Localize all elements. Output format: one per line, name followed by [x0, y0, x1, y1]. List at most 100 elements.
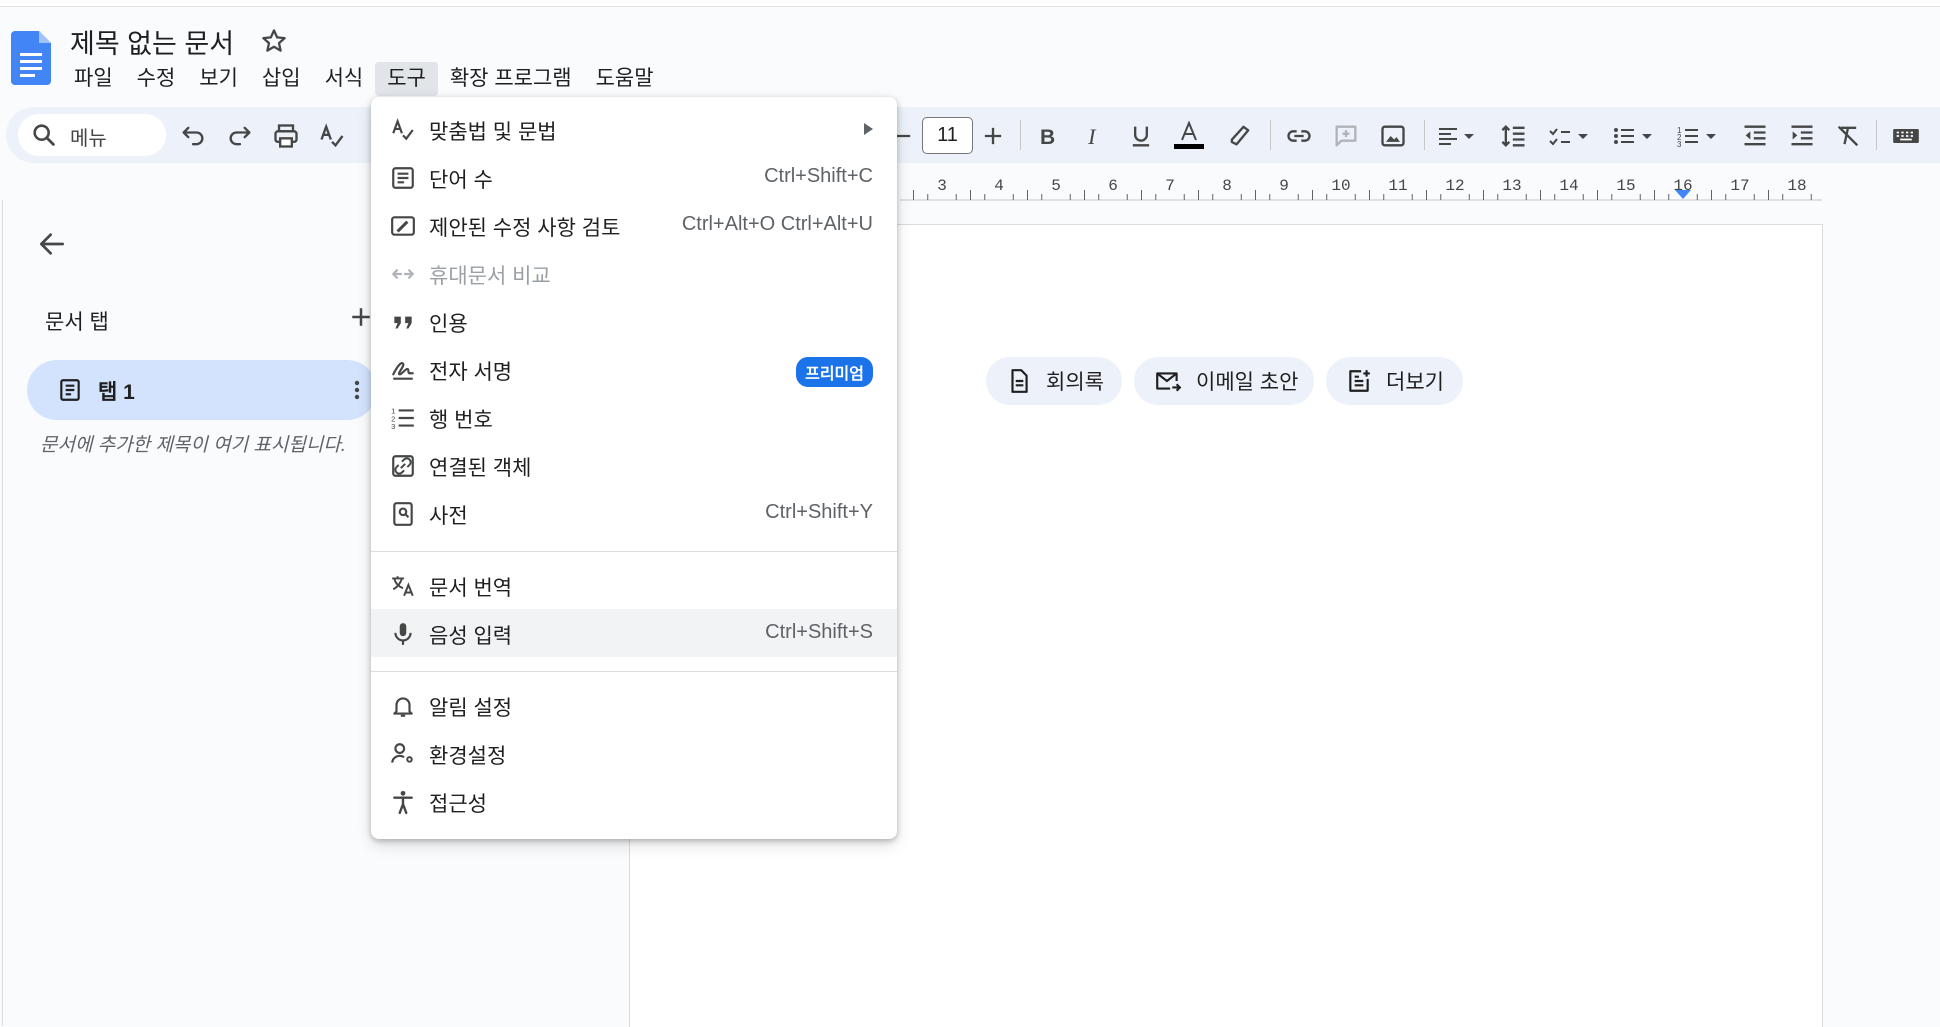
checklist-icon[interactable] — [1548, 122, 1594, 150]
menu-item-shortcut: Ctrl+Shift+S — [765, 621, 873, 643]
menu-bar: 파일 수정 보기 삽입 서식 도구 확장 프로그램 도움말 — [62, 62, 666, 96]
ruler-tick-label: 3 — [937, 177, 947, 195]
menu-item-label: 행 번호 — [429, 409, 493, 432]
menu-item-preferences[interactable]: 환경설정 — [371, 729, 897, 777]
signature-icon — [392, 361, 414, 380]
dictionary-icon — [393, 502, 413, 526]
text-color-icon[interactable] — [1172, 120, 1206, 152]
ruler-tick-label: 15 — [1616, 177, 1635, 195]
menu-item-linked-objects[interactable]: 연결된 객체 — [371, 441, 897, 489]
menu-item-esignature[interactable]: 전자 서명 프리미엄 — [371, 345, 897, 393]
compare-arrows-icon — [391, 268, 415, 280]
menu-item-spelling-grammar[interactable]: 맞춤법 및 문법 — [371, 105, 897, 153]
print-icon[interactable] — [272, 122, 300, 150]
menu-item-notification-settings[interactable]: 알림 설정 — [371, 681, 897, 729]
user-settings-icon — [391, 743, 413, 763]
back-arrow-icon[interactable] — [36, 228, 68, 260]
input-tools-icon[interactable] — [1892, 122, 1920, 150]
more-templates-chip[interactable]: 더보기 — [1326, 357, 1463, 405]
ruler-tick-label: 4 — [994, 177, 1004, 195]
undo-icon[interactable] — [179, 122, 207, 150]
email-draft-chip[interactable]: 이메일 초안 — [1134, 357, 1314, 405]
horizontal-ruler[interactable]: 3 4 5 6 7 8 9 10 11 12 13 14 15 16 17 18 — [900, 172, 1822, 202]
accessibility-icon — [393, 790, 413, 815]
toolbar-divider — [1270, 120, 1271, 150]
underline-icon[interactable] — [1127, 122, 1155, 150]
menu-format[interactable]: 서식 — [313, 62, 376, 96]
ruler-tick-label: 9 — [1279, 177, 1289, 195]
insert-image-icon[interactable] — [1379, 122, 1407, 150]
ruler-tick-label: 12 — [1445, 177, 1464, 195]
menu-item-label: 음성 입력 — [429, 625, 513, 648]
svg-text:3: 3 — [1677, 140, 1682, 149]
docs-logo-icon[interactable] — [11, 31, 51, 85]
document-tabs-heading: 문서 탭 — [45, 311, 109, 334]
line-spacing-icon[interactable] — [1500, 122, 1528, 150]
menu-item-label: 전자 서명 — [429, 361, 513, 384]
menu-item-voice-typing[interactable]: 음성 입력 Ctrl+Shift+S — [371, 609, 897, 657]
menu-edit[interactable]: 수정 — [125, 62, 188, 96]
svg-text:I: I — [1087, 124, 1097, 149]
align-icon[interactable] — [1436, 122, 1480, 150]
toolbar-divider — [1424, 120, 1425, 150]
ruler-tick-label: 5 — [1051, 177, 1061, 195]
more-templates-chip-label: 더보기 — [1386, 371, 1444, 394]
menu-item-shortcut: Ctrl+Alt+O Ctrl+Alt+U — [681, 213, 873, 235]
ruler-tick-label: 17 — [1730, 177, 1749, 195]
svg-text:B: B — [1040, 126, 1055, 149]
submenu-arrow-icon — [864, 123, 873, 135]
more-options-icon[interactable] — [345, 376, 369, 404]
menu-help[interactable]: 도움말 — [584, 62, 666, 96]
review-edits-icon — [391, 216, 415, 236]
document-icon — [1011, 369, 1028, 393]
menu-search-label: 메뉴 — [70, 128, 107, 150]
search-icon — [33, 124, 55, 146]
bold-icon[interactable]: B — [1033, 122, 1061, 150]
menu-insert[interactable]: 삽입 — [250, 62, 313, 96]
link-icon[interactable] — [1285, 122, 1313, 150]
toolbar-divider — [1020, 120, 1021, 150]
menu-item-review-suggestions[interactable]: 제안된 수정 사항 검토 Ctrl+Alt+O Ctrl+Alt+U — [371, 201, 897, 249]
document-title[interactable]: 제목 없는 문서 — [70, 22, 234, 61]
decrease-indent-icon[interactable] — [1741, 122, 1769, 150]
font-size-input[interactable]: 11 — [922, 117, 973, 154]
menu-item-word-count[interactable]: 단어 수 Ctrl+Shift+C — [371, 153, 897, 201]
premium-badge: 프리미엄 — [796, 357, 873, 387]
menu-item-dictionary[interactable]: 사전 Ctrl+Shift+Y — [371, 489, 897, 537]
menu-extensions[interactable]: 확장 프로그램 — [438, 62, 584, 96]
menu-divider — [371, 671, 897, 672]
bulleted-list-icon[interactable] — [1612, 122, 1658, 150]
menu-item-label: 제안된 수정 사항 검토 — [429, 217, 621, 240]
star-icon[interactable] — [259, 26, 289, 56]
menu-item-citations[interactable]: 인용 — [371, 297, 897, 345]
menu-item-accessibility[interactable]: 접근성 — [371, 777, 897, 825]
spellcheck-icon[interactable] — [318, 122, 346, 150]
menu-item-label: 알림 설정 — [429, 697, 513, 720]
menu-item-label: 접근성 — [429, 793, 487, 816]
clear-formatting-icon[interactable] — [1834, 122, 1862, 150]
italic-icon[interactable]: I — [1080, 122, 1108, 150]
menu-item-label: 맞춤법 및 문법 — [429, 121, 557, 144]
redo-icon[interactable] — [226, 122, 254, 150]
menu-view[interactable]: 보기 — [187, 62, 250, 96]
menu-divider — [371, 551, 897, 552]
spellcheck-icon — [392, 118, 414, 141]
highlight-icon[interactable] — [1226, 121, 1254, 149]
tab-item-1-label: 탭 1 — [98, 381, 135, 404]
ruler-tick-label: 8 — [1222, 177, 1232, 195]
word-count-icon — [392, 167, 414, 189]
linked-object-icon — [392, 455, 414, 477]
menu-file[interactable]: 파일 — [62, 62, 125, 96]
menu-tools[interactable]: 도구 — [375, 62, 438, 96]
increase-indent-icon[interactable] — [1788, 122, 1816, 150]
menu-item-label: 문서 번역 — [429, 577, 513, 600]
menu-item-line-numbers[interactable]: 1 2 3 행 번호 — [371, 393, 897, 441]
line-numbers-icon: 1 2 3 — [391, 407, 414, 431]
menu-item-translate-document[interactable]: 문서 번역 — [371, 561, 897, 609]
numbered-list-icon[interactable]: 1 2 3 — [1676, 122, 1722, 150]
meeting-notes-chip[interactable]: 회의록 — [986, 357, 1122, 405]
add-comment-icon[interactable] — [1332, 122, 1360, 150]
tools-dropdown-menu: 맞춤법 및 문법 단어 수 Ctrl+Shift+C 제안된 수정 사항 검토 … — [371, 97, 897, 839]
font-size-increase-icon[interactable] — [979, 122, 1007, 150]
menu-item-label: 연결된 객체 — [429, 457, 532, 480]
